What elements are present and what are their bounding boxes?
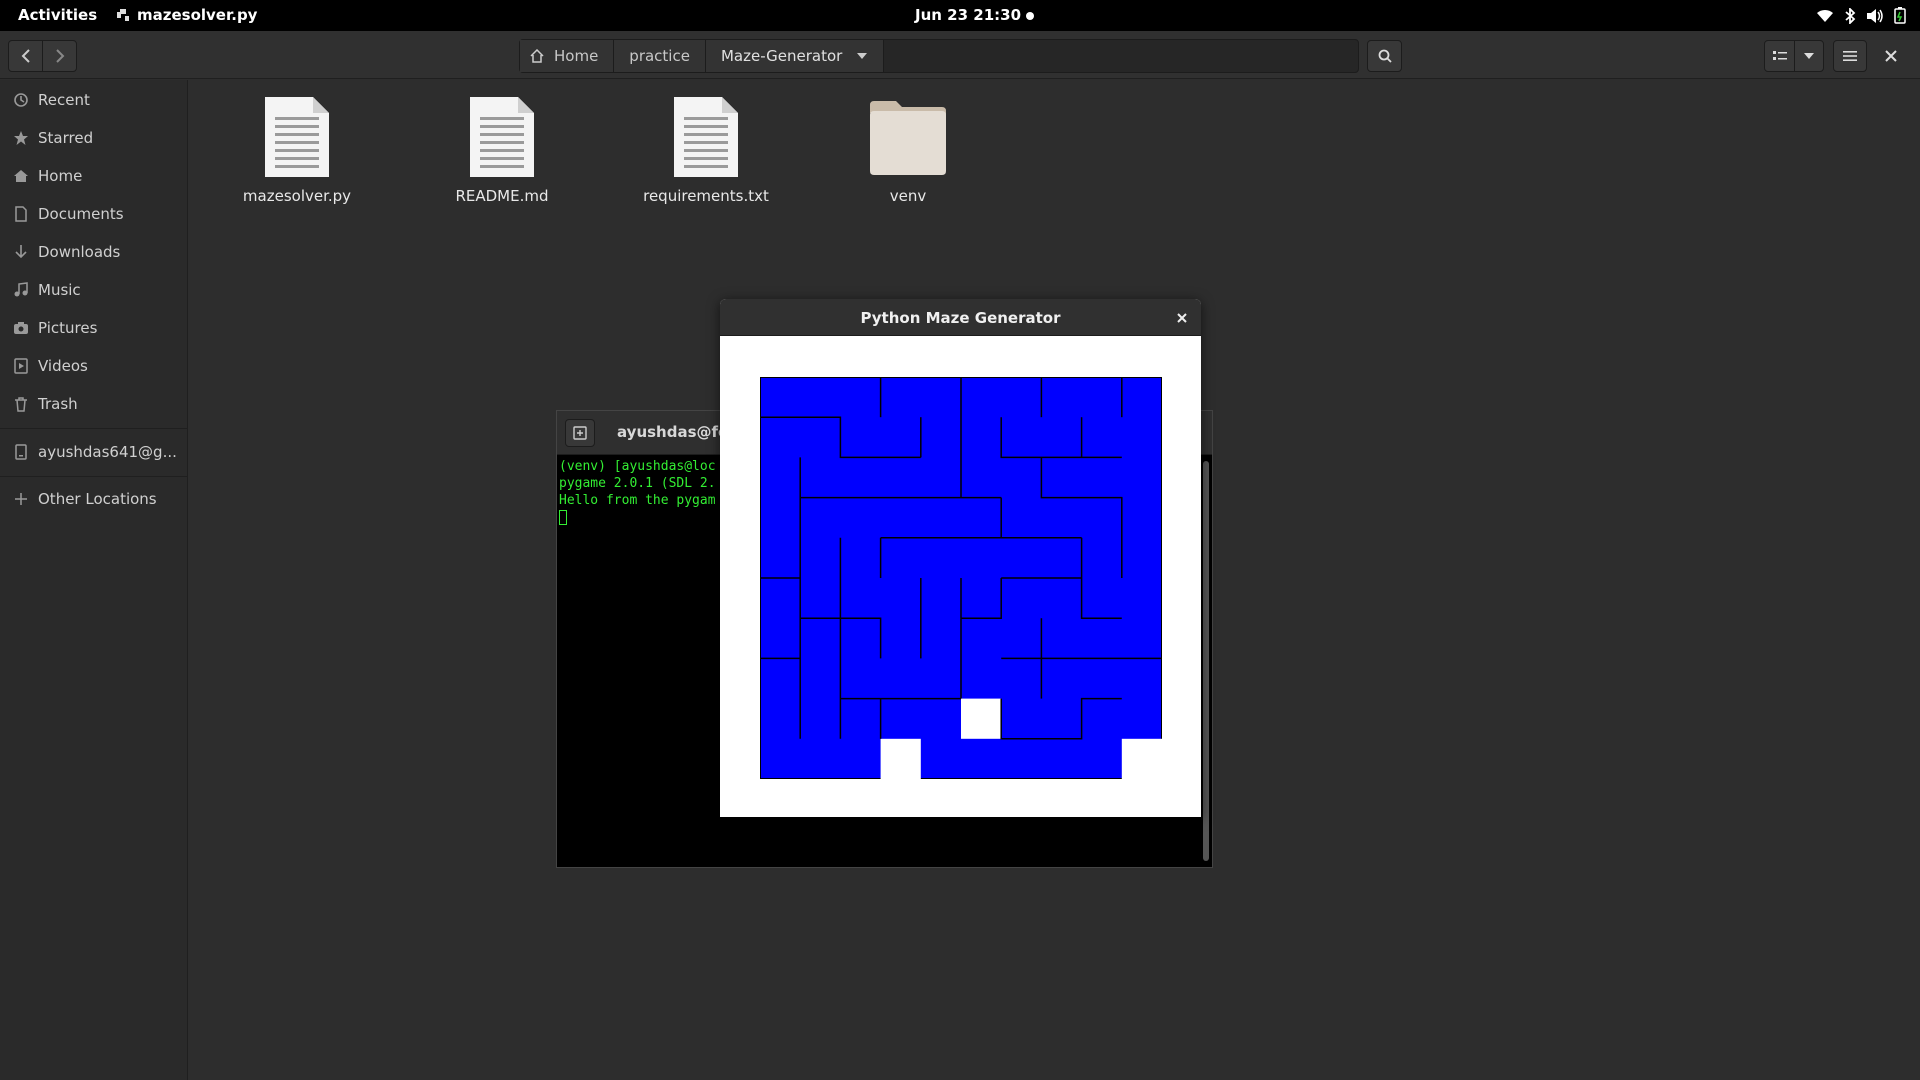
sidebar-item-videos[interactable]: Videos xyxy=(0,348,188,384)
file-name: mazesolver.py xyxy=(242,187,352,205)
sidebar-item-label: Other Locations xyxy=(38,490,157,508)
path-bar[interactable]: Home practice Maze-Generator xyxy=(519,39,1359,73)
crumb-label: Home xyxy=(554,47,599,65)
crumb-home[interactable]: Home xyxy=(520,40,615,72)
sidebar-item-label: Trash xyxy=(38,395,78,413)
bluetooth-icon xyxy=(1845,7,1856,24)
new-tab-icon xyxy=(573,426,587,440)
notification-dot xyxy=(1026,12,1034,20)
clock-icon xyxy=(14,93,28,107)
file-name: venv xyxy=(889,187,927,205)
list-view-icon xyxy=(1772,51,1787,60)
folder-item[interactable]: venv xyxy=(833,95,983,205)
wifi-icon xyxy=(1817,9,1833,22)
app-menu[interactable]: mazesolver.py xyxy=(116,6,257,24)
chevron-down-icon xyxy=(857,53,868,59)
sidebar-item-trash[interactable]: Trash xyxy=(0,386,188,422)
terminal-scrollbar[interactable] xyxy=(1203,461,1209,861)
crumb-label: practice xyxy=(629,47,690,65)
crumb-label: Maze-Generator xyxy=(720,47,843,65)
top-bar: Activities mazesolver.py Jun 23 21:30 xyxy=(0,0,1920,31)
text-file-icon xyxy=(674,97,738,177)
activities-button[interactable]: Activities xyxy=(18,6,97,24)
crumb-practice[interactable]: practice xyxy=(614,40,706,72)
sidebar-item-label: Recent xyxy=(38,91,90,109)
maze-open-cell xyxy=(1121,738,1162,779)
file-item[interactable]: requirements.txt xyxy=(631,95,781,205)
drive-icon xyxy=(15,444,27,460)
sidebar-divider xyxy=(0,476,188,477)
file-name: README.md xyxy=(455,187,549,205)
star-icon xyxy=(14,131,28,145)
maze-canvas xyxy=(760,377,1162,779)
camera-icon xyxy=(14,322,28,334)
header-bar: Home practice Maze-Generator xyxy=(0,31,1920,79)
music-icon xyxy=(14,282,28,297)
sidebar-item-label: ayushdas641@g... xyxy=(38,443,177,461)
sidebar-item-starred[interactable]: Starred xyxy=(0,120,188,156)
crumb-maze-generator[interactable]: Maze-Generator xyxy=(705,40,885,72)
sidebar-item-label: Home xyxy=(38,167,83,185)
file-item[interactable]: README.md xyxy=(427,95,577,205)
terminal-cursor xyxy=(559,510,567,525)
sidebar-divider xyxy=(0,428,188,429)
close-icon[interactable] xyxy=(1883,48,1899,64)
view-options-button[interactable] xyxy=(1794,40,1824,72)
terminal-line: (venv) [ayushdas@loc xyxy=(559,459,716,474)
file-item[interactable]: mazesolver.py xyxy=(222,95,372,205)
sidebar-item-music[interactable]: Music xyxy=(0,272,188,308)
pygame-window-title: Python Maze Generator xyxy=(860,309,1061,327)
volume-icon xyxy=(1867,8,1883,23)
view-mode-button[interactable] xyxy=(1764,40,1795,72)
text-file-icon xyxy=(265,97,329,177)
pygame-window[interactable]: Python Maze Generator xyxy=(720,299,1201,817)
text-file-icon xyxy=(470,97,534,177)
sidebar-item-label: Pictures xyxy=(38,319,98,337)
pygame-title-bar[interactable]: Python Maze Generator xyxy=(720,299,1201,336)
home-icon xyxy=(14,170,28,182)
sidebar-item-label: Music xyxy=(38,281,81,299)
sidebar-item-home[interactable]: Home xyxy=(0,158,188,194)
sidebar-item-label: Downloads xyxy=(38,243,121,261)
document-icon xyxy=(15,206,27,222)
sidebar-item-pictures[interactable]: Pictures xyxy=(0,310,188,346)
plus-icon xyxy=(15,493,27,505)
sidebar: Recent Starred Home Documents Downloads … xyxy=(0,80,188,1080)
home-icon xyxy=(530,49,544,63)
back-button[interactable] xyxy=(8,40,43,72)
sidebar-item-label: Videos xyxy=(38,357,88,375)
sidebar-item-label: Documents xyxy=(38,205,124,223)
forward-button[interactable] xyxy=(42,40,77,72)
chevron-down-icon xyxy=(1804,53,1814,59)
terminal-line: pygame 2.0.1 (SDL 2. xyxy=(559,476,716,491)
file-name: requirements.txt xyxy=(643,187,769,205)
folder-icon xyxy=(870,101,946,175)
main-menu-button[interactable] xyxy=(1833,40,1867,72)
sidebar-item-other-locations[interactable]: Other Locations xyxy=(0,481,188,517)
sidebar-item-documents[interactable]: Documents xyxy=(0,196,188,232)
video-icon xyxy=(14,358,28,374)
sidebar-item-label: Starred xyxy=(38,129,94,147)
sidebar-item-recent[interactable]: Recent xyxy=(0,82,188,118)
system-tray[interactable] xyxy=(1816,7,1906,24)
search-button[interactable] xyxy=(1367,40,1402,72)
battery-icon xyxy=(1894,7,1906,24)
close-icon[interactable] xyxy=(1175,311,1189,325)
terminal-output[interactable]: (venv) [ayushdas@loc pygame 2.0.1 (SDL 2.… xyxy=(559,458,716,526)
new-tab-button[interactable] xyxy=(565,419,595,447)
chevron-right-icon xyxy=(55,49,64,63)
clock[interactable]: Jun 23 21:30 xyxy=(915,6,1021,24)
maze-open-cell xyxy=(880,738,921,779)
python-icon xyxy=(117,9,129,21)
search-icon xyxy=(1378,49,1392,63)
download-icon xyxy=(15,245,27,259)
trash-icon xyxy=(15,397,27,412)
sidebar-item-drive[interactable]: ayushdas641@g... xyxy=(0,434,188,470)
terminal-line: Hello from the pygam xyxy=(559,493,716,508)
app-name: mazesolver.py xyxy=(137,6,258,24)
sidebar-item-downloads[interactable]: Downloads xyxy=(0,234,188,270)
maze-open-cell xyxy=(961,698,1002,739)
chevron-left-icon xyxy=(21,49,30,63)
hamburger-icon xyxy=(1843,51,1857,61)
